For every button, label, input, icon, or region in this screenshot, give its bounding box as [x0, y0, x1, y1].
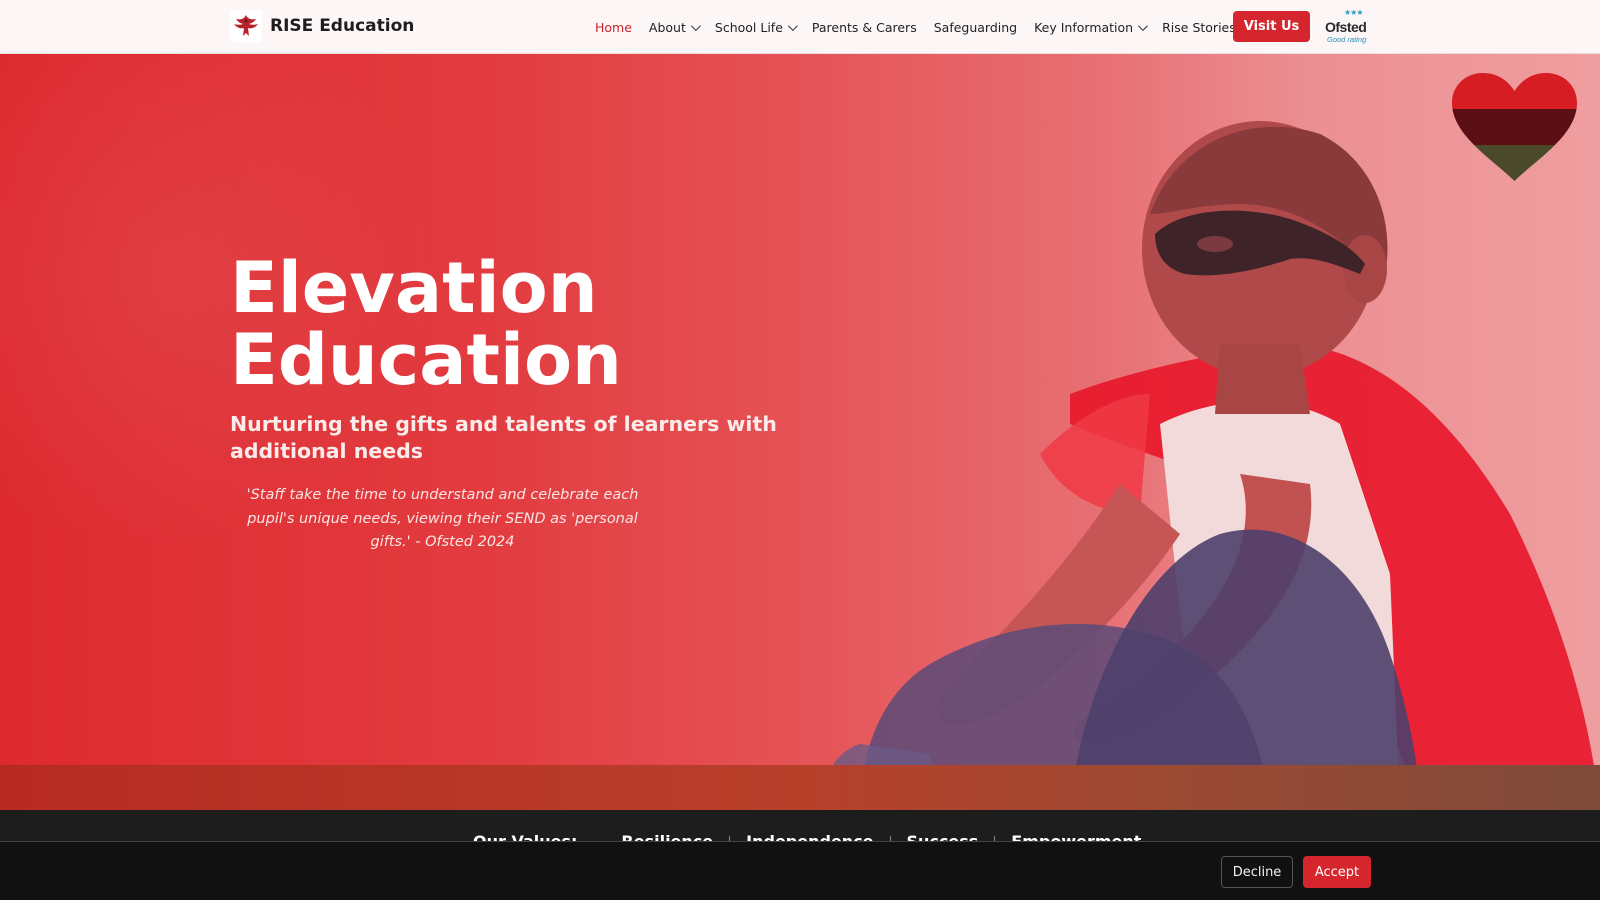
heart-icon: [1452, 73, 1577, 181]
cookie-banner: We use cookies to improve your experienc…: [0, 841, 1600, 900]
hero-title-line-2: Education: [230, 319, 622, 401]
hero-image: [826, 121, 1600, 810]
hero-subtitle: Nurturing the gifts and talents of learn…: [230, 412, 777, 463]
decline-button[interactable]: Decline: [1221, 856, 1293, 888]
hero-banner: Elevation Education Nurturing the gifts …: [0, 54, 1600, 810]
nav-item-about[interactable]: About: [648, 19, 701, 35]
nav-item-label: About: [648, 19, 686, 35]
ofsted-badge[interactable]: ★★★ Ofsted Good rating: [1323, 8, 1373, 46]
cookie-message: We use cookies to improve your experienc…: [230, 863, 960, 878]
nav-item-label: Safeguarding: [933, 19, 1018, 35]
cookie-message-text: We use cookies to improve your experienc…: [230, 863, 872, 878]
chevron-down-icon: [1138, 20, 1148, 31]
brand-name: RISE Education: [270, 16, 415, 36]
nav-item-label: School Life: [714, 19, 783, 35]
hero-title-line-1: Elevation: [230, 247, 598, 329]
visit-us-button[interactable]: Visit Us: [1233, 11, 1310, 42]
chevron-down-icon: [787, 20, 798, 31]
nav-item-label: Parents & Carers: [811, 19, 917, 35]
nav-item-safeguarding[interactable]: Safeguarding: [934, 20, 1017, 35]
nav-item-key-information[interactable]: Key Information: [1034, 19, 1148, 35]
nav-item-label: Key Information: [1034, 19, 1134, 35]
chevron-down-icon: [690, 20, 701, 31]
site-header: RISE Education Home About School Life Pa…: [0, 0, 1600, 54]
stars-icon: ★★★: [1344, 8, 1363, 17]
nav-item-label: Home: [595, 19, 632, 35]
cookie-policy-link[interactable]: Cookie Policy: [875, 863, 956, 878]
nav-item-rise-stories[interactable]: Rise Stories: [1162, 20, 1236, 35]
nav-item-parents-carers[interactable]: Parents & Carers: [812, 20, 917, 35]
hero-floor-strip: [0, 765, 1600, 810]
phoenix-icon: [230, 10, 262, 42]
nav-item-home[interactable]: Home: [595, 20, 632, 35]
nav-item-school-life[interactable]: School Life: [714, 19, 798, 35]
ofsted-rating: Good rating: [1327, 35, 1367, 44]
main-nav: Home About School Life Parents & Carers …: [595, 0, 1253, 54]
hero-title: Elevation Education: [230, 252, 790, 396]
cookie-message-end: .: [955, 863, 960, 878]
nav-item-label: Rise Stories: [1162, 19, 1236, 35]
brand[interactable]: RISE Education: [230, 10, 414, 42]
accept-button[interactable]: Accept: [1303, 856, 1371, 888]
ofsted-wordmark: Ofsted: [1325, 19, 1367, 35]
hero-quote: 'Staff take the time to understand and c…: [246, 487, 639, 550]
